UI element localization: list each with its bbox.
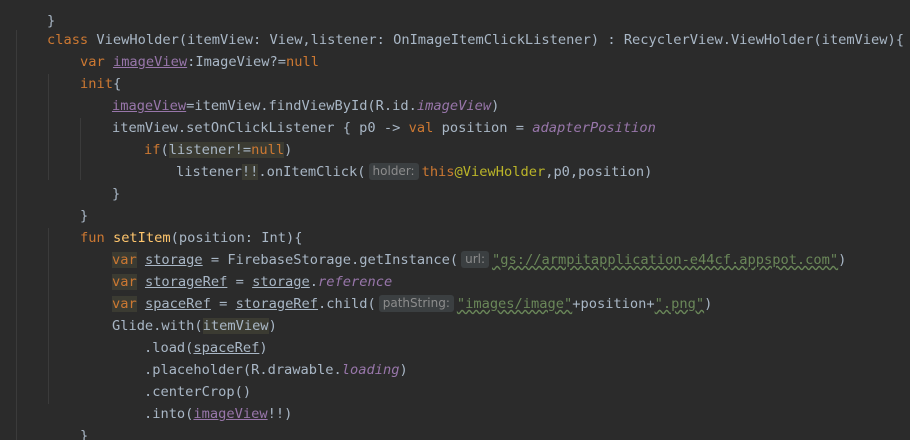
code-line-15: .load(spaceRef) (111, 315, 268, 356)
concat-position: +position+ (572, 296, 655, 312)
code-line-7: listener!!.onItemClick(holder: this@ViewH… (143, 139, 652, 180)
parameter-hint-path: pathString: (378, 295, 454, 312)
type-decl: :ImageView?= (187, 54, 287, 70)
code-line-19: } (47, 403, 88, 440)
code-line-1: class ViewHolder(itemView: View,listener… (14, 7, 904, 48)
imageview-arg: imageView (193, 406, 268, 422)
close-brace: } (111, 186, 121, 202)
null-keyword: null (286, 54, 319, 70)
code-editor[interactable]: } class ViewHolder(itemView: View,listen… (0, 0, 910, 440)
code-line-18: .into(imageView!!) (111, 381, 292, 422)
code-line-5: itemView.setOnClickListener { p0 -> val … (79, 95, 656, 136)
code-line-2: var imageView:ImageView?=null (47, 29, 319, 70)
assignment: position = (433, 120, 533, 136)
this-keyword: this (421, 164, 455, 180)
code-line-16: .placeholder(R.drawable.loading) (111, 337, 408, 378)
imageview-property: imageView (112, 54, 188, 70)
code-line-9: } (47, 183, 88, 224)
images-path-string: "images/image" (456, 296, 573, 312)
indent-guide (16, 30, 17, 440)
close-brace: } (79, 428, 89, 440)
parameter-hint-url: url: (461, 251, 490, 268)
child-call: .child( (318, 296, 376, 312)
adapter-position-property: adapterPosition (532, 120, 656, 136)
png-extension-string: ".png" (654, 296, 705, 312)
close-paren: ) (704, 296, 713, 312)
code-line-12: var storageRef = storage.reference (79, 249, 392, 290)
code-line-10: fun setItem(position: Int){ (47, 205, 303, 246)
code-line-17: .centerCrop() (111, 359, 251, 400)
close-paren: ) (399, 362, 408, 378)
label-viewholder: @ViewHolder (454, 164, 546, 180)
bucket-url-string: "gs://armpitapplication-e44cf.appspot.co… (492, 252, 839, 268)
listener-ref: listener (175, 164, 242, 180)
code-line-4: imageView=itemView.findViewById(R.id.ima… (79, 73, 499, 114)
close-paren: ) (838, 252, 847, 268)
into-call: .into( (143, 406, 194, 422)
not-null-assertion: !! (267, 406, 285, 422)
code-line-13: var spaceRef = storageRef.child(pathStri… (79, 271, 712, 312)
code-line-3: init{ (47, 51, 121, 92)
close-paren: ) (284, 406, 293, 422)
close-paren: ) (268, 318, 277, 334)
code-line-6: if(listener!=null) (111, 117, 292, 158)
on-item-click-call: .onItemClick( (258, 164, 366, 180)
not-null-assertion: !! (241, 164, 259, 180)
code-line-11: var storage = FirebaseStorage.getInstanc… (79, 227, 846, 268)
loading-drawable: loading (341, 362, 400, 378)
code-line-8: } (79, 161, 120, 202)
call-args: ,p0,position) (545, 164, 653, 180)
code-line-14: Glide.with(itemView) (79, 293, 277, 334)
val-keyword: val (408, 120, 434, 136)
parameter-hint-holder: holder: (368, 163, 419, 180)
